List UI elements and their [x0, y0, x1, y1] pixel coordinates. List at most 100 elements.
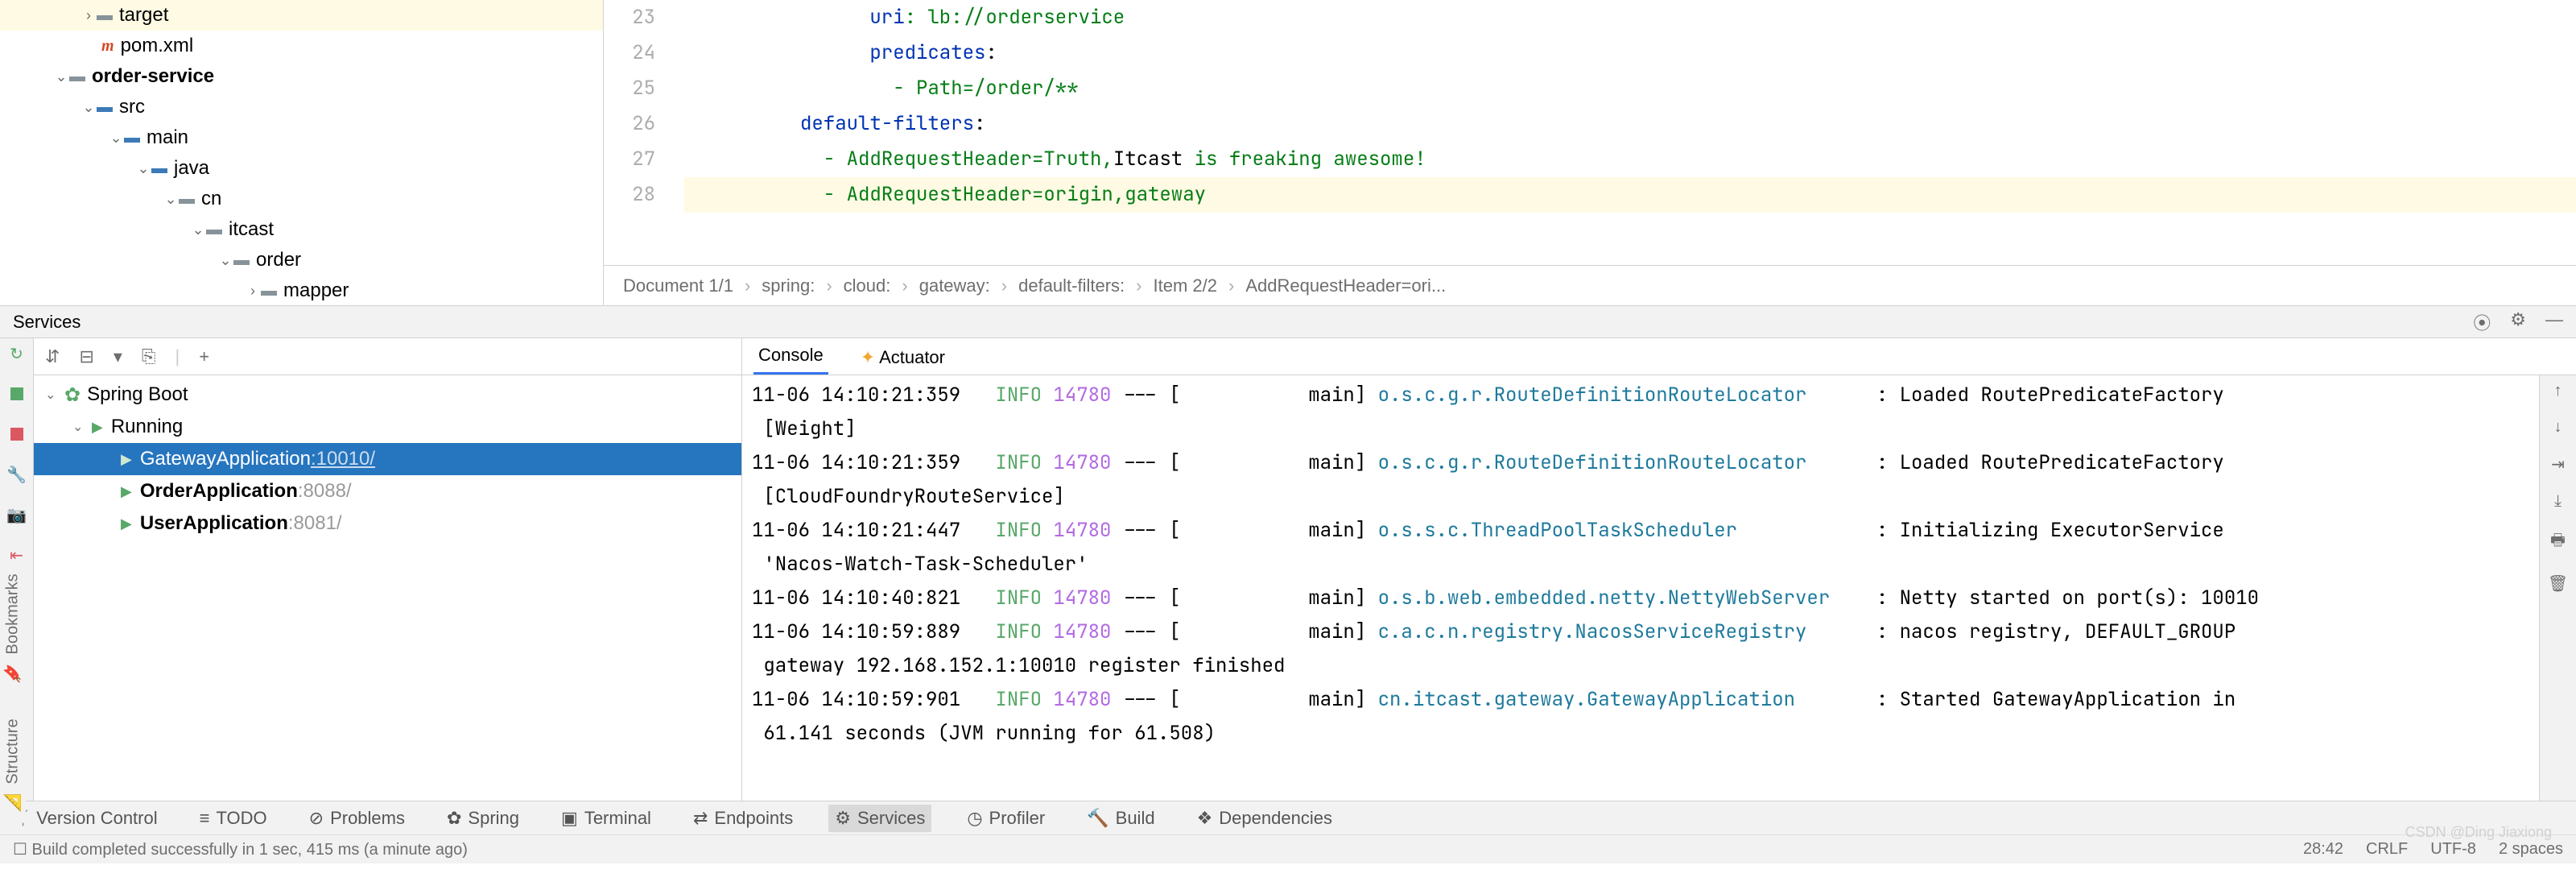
trash-icon[interactable]: 🗑 — [2548, 573, 2568, 594]
code-body[interactable]: uri: lb://orderservice predicates: - Pat… — [684, 0, 2576, 265]
up-arrow-icon[interactable]: ↑ — [2554, 382, 2562, 400]
tree-row[interactable]: ⌄▬ java — [0, 153, 603, 184]
run-group[interactable]: ⌄▶Running — [34, 411, 741, 443]
tool-tab-build[interactable]: 🔨Build — [1080, 805, 1161, 832]
chevron-icon[interactable]: › — [80, 7, 97, 24]
breadcrumb-item[interactable]: Document 1/1 — [623, 275, 733, 296]
chevron-icon[interactable]: ⌄ — [135, 160, 151, 177]
chevron-icon[interactable]: ⌄ — [53, 68, 69, 85]
tree-label: cn — [201, 188, 221, 210]
tree-row[interactable]: ⌄▬order — [0, 245, 603, 275]
console-tabs[interactable]: Console ✦ Actuator — [742, 338, 2576, 375]
console-right-gutter: ↑ ↓ ⇥ ⤓ 🖶 🗑 — [2539, 375, 2576, 801]
run-tree[interactable]: ⌄✿Spring Boot⌄▶Running▶GatewayApplicatio… — [34, 375, 741, 801]
tree-row[interactable]: ⌄▬cn — [0, 184, 603, 214]
tool-tab-spring[interactable]: ✿Spring — [440, 805, 526, 832]
collapse-all-icon[interactable]: ⇵ — [45, 346, 60, 367]
project-tree[interactable]: ›▬targetmpom.xml⌄▬order-service⌄▬src⌄▬ma… — [0, 0, 604, 305]
run-app[interactable]: ▶GatewayApplication :10010/ — [34, 443, 741, 475]
rerun-icon[interactable]: ↻ — [8, 345, 26, 362]
code-line[interactable]: - AddRequestHeader=Truth,Itcast is freak… — [684, 142, 2576, 177]
console-line: 11-06 14:10:59:889 INFO 14780 --- [ main… — [752, 615, 2529, 649]
filter-icon[interactable]: ▾ — [114, 346, 122, 367]
breadcrumb-item[interactable]: spring: — [762, 275, 815, 296]
code-line[interactable]: default-filters: — [684, 106, 2576, 142]
tab-actuator[interactable]: ✦ Actuator — [856, 341, 950, 375]
tree-row[interactable]: ›▬mapper — [0, 275, 603, 305]
tool-tab-profiler[interactable]: ◷Profiler — [960, 805, 1051, 832]
scroll-end-icon[interactable]: ⤓ — [2554, 492, 2562, 511]
chevron-icon[interactable]: ⌄ — [80, 99, 97, 116]
minimize-icon[interactable]: — — [2545, 309, 2563, 335]
stop-icon[interactable] — [8, 425, 26, 443]
code-line[interactable]: - AddRequestHeader=origin,gateway — [684, 177, 2576, 213]
breadcrumb-item[interactable]: AddRequestHeader=ori... — [1245, 275, 1446, 296]
run-app[interactable]: ▶OrderApplication :8088/ — [34, 475, 741, 507]
code-editor[interactable]: 232425262728 uri: lb://orderservice pred… — [604, 0, 2576, 305]
exit-icon[interactable]: ⇤ — [8, 546, 26, 564]
status-item[interactable]: UTF-8 — [2430, 840, 2476, 859]
console-line: [Weight] — [752, 412, 2529, 446]
chevron-icon[interactable]: ⌄ — [163, 191, 179, 208]
layout-icon[interactable]: ⊟ — [79, 346, 93, 367]
breadcrumb[interactable]: Document 1/1›spring:›cloud:›gateway:›def… — [604, 265, 2576, 305]
status-item[interactable]: CRLF — [2366, 840, 2408, 859]
tool-tab-icon: ✿ — [447, 808, 461, 829]
chevron-icon[interactable]: ⌄ — [108, 130, 124, 147]
expand-icon[interactable]: ⦿ — [2473, 309, 2491, 335]
breadcrumb-item[interactable]: default-filters: — [1018, 275, 1125, 296]
services-panel-header[interactable]: Services ⦿ ⚙ — — [0, 306, 2576, 338]
folder-icon: ▬ — [233, 251, 250, 270]
tree-label: pom.xml — [121, 35, 194, 57]
run-app[interactable]: ▶UserApplication :8081/ — [34, 507, 741, 540]
chevron-icon[interactable]: › — [245, 283, 261, 300]
tab-console[interactable]: Console — [753, 338, 828, 375]
tool-tab-endpoints[interactable]: ⇄Endpoints — [687, 805, 799, 832]
breadcrumb-item[interactable]: Item 2/2 — [1154, 275, 1217, 296]
code-line[interactable]: - Path=/order/** — [684, 71, 2576, 106]
wrench-icon[interactable]: 🔧 — [8, 466, 26, 483]
tree-row[interactable]: ⌄▬main — [0, 122, 603, 153]
structure-tool-stripe[interactable]: 📐 Structure — [0, 709, 26, 823]
tree-row[interactable]: ›▬target — [0, 0, 603, 31]
camera-icon[interactable]: 📷 — [8, 506, 26, 524]
source-folder-icon: ▬ — [151, 159, 167, 178]
breadcrumb-item[interactable]: cloud: — [844, 275, 891, 296]
tree-label: mapper — [283, 279, 349, 302]
run-icon[interactable] — [8, 385, 26, 403]
tag-icon[interactable]: ⎘ — [142, 346, 156, 367]
run-root[interactable]: ⌄✿Spring Boot — [34, 379, 741, 411]
bottom-tool-tabs[interactable]: ᚶVersion Control ≡TODO ⊘Problems ✿Spring ▣Te… — [0, 801, 2576, 834]
services-title: Services — [13, 312, 80, 333]
tree-label: target — [119, 4, 168, 27]
code-line[interactable]: predicates: — [684, 35, 2576, 71]
code-line[interactable]: uri: lb://orderservice — [684, 0, 2576, 35]
tree-label: java — [174, 157, 209, 180]
tool-tab-todo[interactable]: ≡TODO — [193, 805, 274, 832]
console-output[interactable]: 11-06 14:10:21:359 INFO 14780 --- [ main… — [742, 375, 2539, 801]
tree-row[interactable]: ⌄▬order-service — [0, 61, 603, 92]
bookmarks-tool-stripe[interactable]: 🔖 Bookmarks — [0, 564, 26, 693]
down-arrow-icon[interactable]: ↓ — [2554, 418, 2562, 437]
tool-tab-problems[interactable]: ⊘Problems — [303, 805, 411, 832]
status-item[interactable]: 2 spaces — [2499, 840, 2563, 859]
tool-tab-icon: 🔨 — [1087, 808, 1108, 829]
tool-tab-version-control[interactable]: ᚶVersion Control — [13, 805, 164, 832]
add-icon[interactable]: + — [199, 346, 209, 367]
tree-row[interactable]: ⌄▬src — [0, 92, 603, 122]
print-icon[interactable]: 🖶 — [2550, 528, 2566, 556]
run-toolbar[interactable]: ⇵ ⊟ ▾ ⎘ | + — [34, 338, 741, 375]
tree-row[interactable]: ⌄▬itcast — [0, 214, 603, 245]
status-item[interactable]: 28:42 — [2303, 840, 2343, 859]
console-line: 11-06 14:10:21:359 INFO 14780 --- [ main… — [752, 446, 2529, 480]
chevron-icon[interactable]: ⌄ — [190, 222, 206, 238]
chevron-icon[interactable]: ⌄ — [217, 252, 233, 269]
soft-wrap-icon[interactable]: ⇥ — [2551, 454, 2565, 474]
tree-row[interactable]: mpom.xml — [0, 31, 603, 61]
tool-tab-dependencies[interactable]: ❖Dependencies — [1191, 805, 1339, 832]
breadcrumb-item[interactable]: gateway: — [919, 275, 990, 296]
tool-tab-services[interactable]: ⚙Services — [828, 805, 931, 832]
tool-tab-icon: ≡ — [200, 808, 210, 829]
gear-icon[interactable]: ⚙ — [2510, 309, 2526, 335]
tool-tab-terminal[interactable]: ▣Terminal — [555, 805, 658, 832]
